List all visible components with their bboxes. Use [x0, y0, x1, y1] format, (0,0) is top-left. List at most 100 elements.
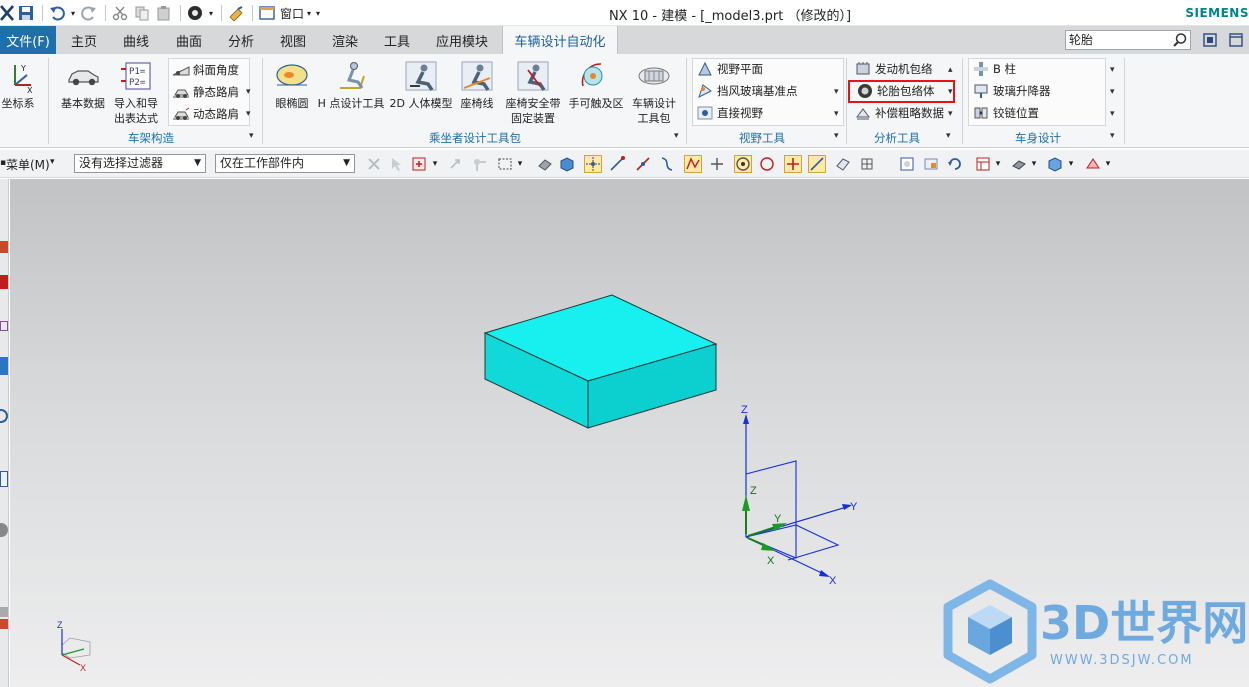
static-road-shoulder-button[interactable]: 静态路肩	[172, 82, 239, 102]
shaded-cube-icon[interactable]	[1046, 155, 1064, 173]
tab-surface[interactable]: 曲面	[165, 26, 213, 54]
undo-icon[interactable]	[47, 3, 67, 23]
window-menu-dropdown-icon[interactable]: ▾	[307, 9, 311, 18]
touch-mode-icon[interactable]	[185, 3, 205, 23]
point-on-curve-icon[interactable]	[808, 155, 826, 173]
snap-point-icon[interactable]	[584, 155, 602, 173]
intersection-icon[interactable]	[708, 155, 726, 173]
file-menu-tab[interactable]: 文件(F)	[0, 26, 56, 54]
tab-analysis[interactable]: 分析	[217, 26, 265, 54]
datum-csys[interactable]: Z Y X Z Y X	[741, 404, 858, 587]
view-tools-more-dropdown-icon[interactable]: ▾	[834, 87, 839, 97]
resource-bar-icon-3[interactable]	[0, 321, 8, 331]
type-filter-select[interactable]: 没有选择过滤器 ▼	[74, 154, 206, 173]
selection-scope-select[interactable]: 仅在工作部件内 ▼	[215, 154, 355, 173]
x-direction-cone[interactable]	[761, 543, 776, 551]
direct-vision-button[interactable]: 直接视野	[696, 103, 763, 123]
layout-dropdown-icon[interactable]: ▾	[993, 155, 1003, 173]
cyan-block-solid[interactable]	[483, 294, 718, 429]
rendering-style-icon[interactable]	[1010, 155, 1028, 173]
view-tools-group-dropdown-icon[interactable]: ▾	[834, 131, 839, 141]
copy-icon[interactable]	[132, 3, 152, 23]
hinge-position-button[interactable]: 铰链位置	[972, 103, 1039, 123]
h-point-design-tool-button[interactable]: H 点设计工具	[316, 58, 386, 111]
existing-point-icon[interactable]	[784, 155, 802, 173]
tab-vehicle-design-automation[interactable]: 车辆设计自动化	[502, 26, 618, 54]
resource-bar-icon-7[interactable]	[0, 523, 8, 537]
basic-data-button[interactable]: 基本数据	[56, 58, 110, 111]
body-more2-dropdown-icon[interactable]: ▾	[1110, 87, 1115, 97]
edit-section-dropdown-icon[interactable]: ▾	[1103, 155, 1113, 173]
paste-icon[interactable]	[154, 3, 174, 23]
rectangle-select-dropdown-icon[interactable]: ▾	[515, 155, 525, 173]
csys-button[interactable]: YX 坐标系	[0, 58, 44, 111]
analysis-more2-dropdown-icon[interactable]: ▾	[948, 87, 953, 97]
curve-point-icon[interactable]	[658, 155, 676, 173]
seat-line-button[interactable]: 座椅线	[456, 58, 498, 111]
view-tools-more2-dropdown-icon[interactable]: ▾	[834, 109, 839, 119]
engine-envelope-button[interactable]: 发动机包络	[854, 59, 933, 79]
ramp-angle-button[interactable]: 斜面角度	[172, 60, 239, 80]
tab-tools[interactable]: 工具	[373, 26, 421, 54]
select-body-icon[interactable]	[446, 155, 464, 173]
tab-view[interactable]: 视图	[269, 26, 317, 54]
graphics-canvas[interactable]: Z Y X Z Y X Z X 3D世界网 WWW.3DSJW.COM	[10, 179, 1249, 687]
resource-bar-icon-6[interactable]	[0, 471, 8, 487]
window-icon[interactable]	[257, 3, 277, 23]
save-icon[interactable]	[16, 3, 36, 23]
tab-application[interactable]: 应用模块	[425, 26, 499, 54]
redo-icon[interactable]	[79, 3, 99, 23]
select-feature-icon[interactable]	[365, 155, 383, 173]
refresh-icon[interactable]	[946, 155, 964, 173]
tab-curve[interactable]: 曲线	[112, 26, 160, 54]
shaded-dropdown-icon[interactable]: ▾	[1066, 155, 1076, 173]
point-on-face-icon[interactable]	[834, 155, 852, 173]
window-menu[interactable]: 窗口	[280, 5, 304, 22]
bounded-grid-icon[interactable]	[858, 155, 876, 173]
z-direction-cone[interactable]	[742, 495, 750, 511]
body-more-dropdown-icon[interactable]: ▾	[1110, 65, 1115, 75]
general-selection-dropdown-icon[interactable]: ▾	[430, 155, 440, 173]
analysis-more-dropdown-icon[interactable]: ▴	[948, 65, 953, 75]
search-icon[interactable]	[1172, 32, 1188, 53]
layout-icon[interactable]	[974, 155, 992, 173]
tab-home[interactable]: 主页	[60, 26, 108, 54]
chassis-more-dropdown-icon[interactable]: ▾	[246, 87, 251, 97]
help-window-icon[interactable]	[1227, 31, 1245, 49]
edit-section-icon[interactable]	[1084, 155, 1102, 173]
resource-bar-icon-8[interactable]	[0, 607, 8, 617]
analysis-more3-dropdown-icon[interactable]: ▾	[948, 109, 953, 119]
import-export-expressions-button[interactable]: P1= P2= 导入和导 出表达式	[110, 58, 162, 126]
rendering-style-dropdown-icon[interactable]: ▾	[1029, 155, 1039, 173]
control-point-icon[interactable]	[684, 155, 702, 173]
solid-body-icon[interactable]	[558, 155, 576, 173]
customize-qa-icon[interactable]: ▾	[316, 9, 320, 18]
resource-bar-icon-5[interactable]	[0, 409, 8, 423]
orient-view-icon[interactable]	[898, 155, 916, 173]
general-selection-icon[interactable]	[410, 155, 428, 173]
restore-window-icon[interactable]	[1201, 31, 1219, 49]
vehicle-design-pack-button[interactable]: 车辆设计 工具包	[628, 58, 680, 126]
mid-point-icon[interactable]	[634, 155, 652, 173]
body-group-dropdown-icon[interactable]: ▾	[1110, 131, 1115, 141]
b-pillar-button[interactable]: B 柱	[972, 59, 1016, 79]
command-search-input[interactable]: 轮胎	[1065, 30, 1191, 50]
seatbelt-anchorage-button[interactable]: 座椅安全带 固定装置	[502, 58, 564, 126]
top-menu-dropdown-icon[interactable]: ▾	[50, 157, 55, 167]
eyellipse-button[interactable]: 眼椭圆	[270, 58, 314, 111]
human-model-2d-button[interactable]: 2D 人体模型	[388, 58, 454, 111]
view-plane-button[interactable]: 视野平面	[696, 59, 763, 79]
quadrant-point-icon[interactable]	[758, 155, 776, 173]
hand-reach-button[interactable]: 手可触及区	[566, 58, 626, 111]
analysis-group-dropdown-icon[interactable]: ▾	[946, 131, 951, 141]
resource-bar-icon-1[interactable]	[0, 241, 8, 253]
repeat-command-icon[interactable]	[226, 3, 246, 23]
chassis-more2-dropdown-icon[interactable]: ▾	[246, 109, 251, 119]
show-hide-icon[interactable]	[536, 155, 554, 173]
occupant-group-dropdown-icon[interactable]: ▾	[674, 131, 679, 141]
dynamic-road-shoulder-button[interactable]: 动态路肩	[172, 104, 239, 124]
undo-dropdown-icon[interactable]: ▾	[69, 3, 77, 23]
top-menu-button[interactable]: 菜单(M)	[6, 156, 50, 173]
rectangle-select-icon[interactable]	[496, 155, 514, 173]
resource-bar-icon-4[interactable]	[0, 357, 8, 375]
